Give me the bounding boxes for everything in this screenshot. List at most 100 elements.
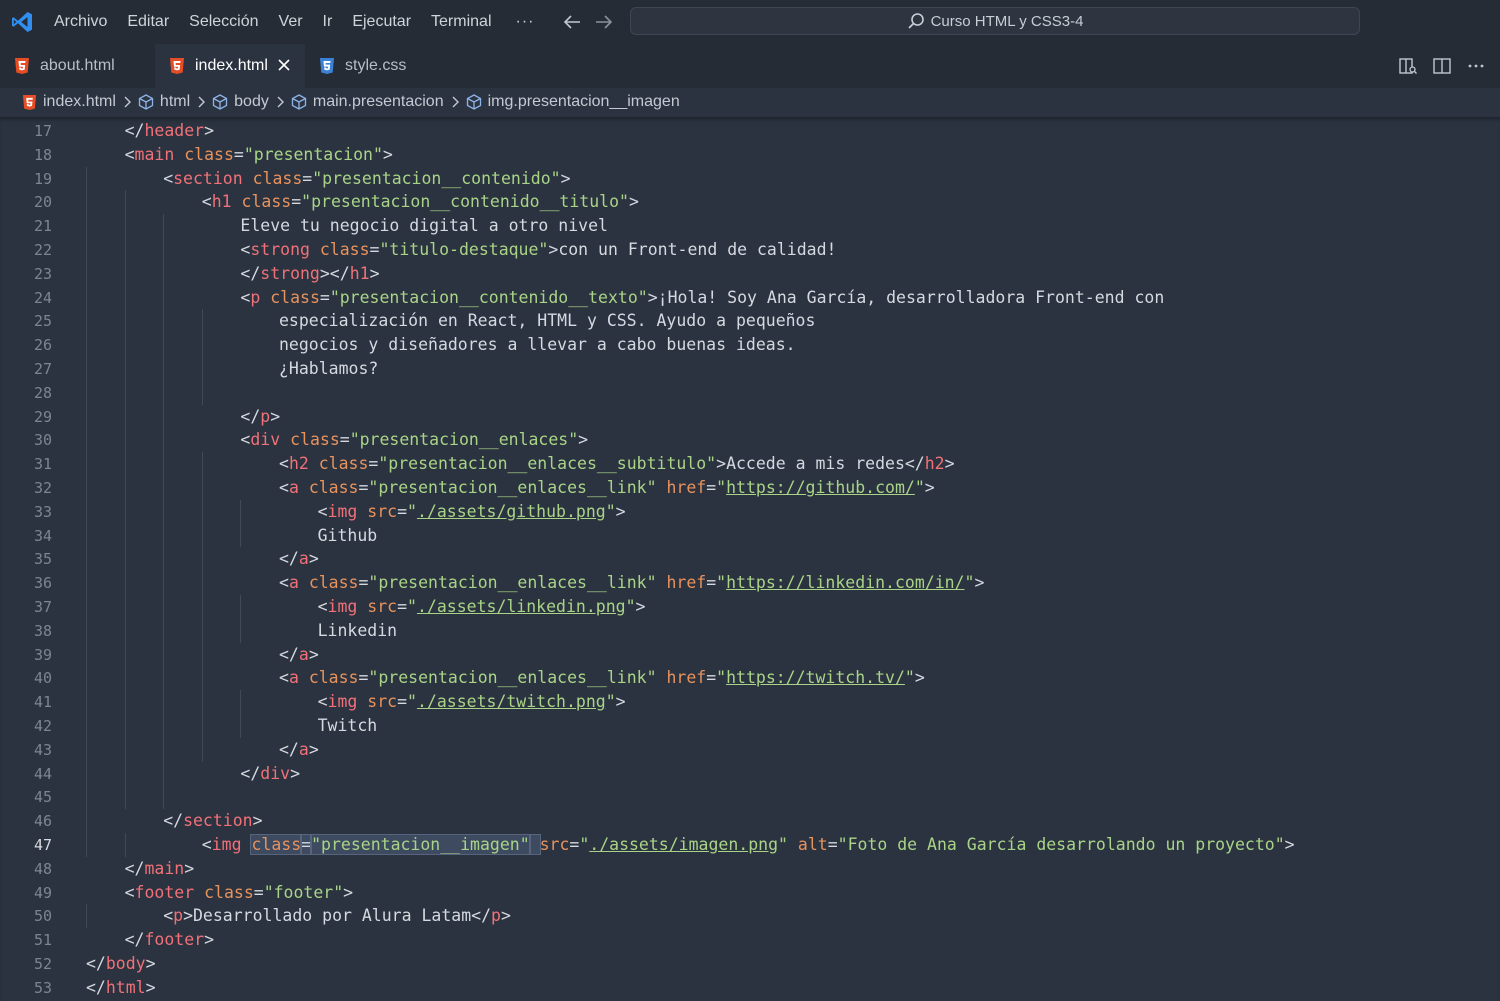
menu-editar[interactable]: Editar bbox=[117, 0, 179, 44]
punctuation: </ bbox=[124, 858, 145, 878]
attribute-value: " bbox=[605, 692, 616, 712]
text-content bbox=[357, 502, 367, 521]
text-content bbox=[657, 478, 667, 497]
code-line[interactable]: 35 </a> bbox=[0, 547, 1500, 571]
code-line[interactable]: 44 </div> bbox=[0, 762, 1500, 786]
code-content: Eleve tu negocio digital a otro nivel bbox=[240, 214, 608, 238]
code-line[interactable]: 20 <h1 class="presentacion__contenido__ti… bbox=[0, 190, 1500, 214]
link-value: https://linkedin.com/in/ bbox=[726, 573, 965, 593]
code-line[interactable]: 45 bbox=[0, 785, 1500, 809]
tab-index-html[interactable]: index.html bbox=[155, 44, 305, 88]
code-line[interactable]: 31 <h2 class="presentacion__enlaces__subt… bbox=[0, 452, 1500, 476]
breadcrumb-item-html[interactable]: html bbox=[138, 93, 190, 111]
code-line[interactable]: 17 </header> bbox=[0, 119, 1500, 143]
indent-guide bbox=[124, 833, 126, 857]
code-line[interactable]: 36 <a class="presentacion__enlaces__link"… bbox=[0, 571, 1500, 595]
attribute-value: "presentacion__enlaces__link" bbox=[368, 668, 657, 688]
code-line[interactable]: 47 <img class="presentacion__imagen" src=… bbox=[0, 833, 1500, 857]
split-editor-icon[interactable] bbox=[1432, 56, 1452, 76]
punctuation: </ bbox=[279, 549, 299, 569]
code-line[interactable]: 27 ¿Hablamos? bbox=[0, 357, 1500, 381]
vscode-logo-icon[interactable] bbox=[10, 10, 34, 34]
code-line[interactable]: 26 negocios y diseñadores a llevar a cabo… bbox=[0, 333, 1500, 357]
punctuation: </ bbox=[124, 930, 145, 950]
code-line[interactable]: 42 Twitch bbox=[0, 714, 1500, 738]
code-line[interactable]: 37 <img src="./assets/linkedin.png"> bbox=[0, 595, 1500, 619]
attribute-name: alt bbox=[797, 835, 828, 854]
breadcrumb-item-file[interactable]: index.html bbox=[22, 93, 116, 111]
code-line[interactable]: 21 Eleve tu negocio digital a otro nivel bbox=[0, 214, 1500, 238]
code-line[interactable]: 38 Linkedin bbox=[0, 619, 1500, 643]
indent-guide bbox=[240, 499, 242, 548]
code-line[interactable]: 33 <img src="./assets/github.png"> bbox=[0, 500, 1500, 524]
code-line[interactable]: 53 </html> bbox=[0, 976, 1500, 1000]
code-line[interactable]: 29 </p> bbox=[0, 405, 1500, 429]
tag-name: section bbox=[173, 168, 243, 188]
code-line[interactable]: 22 <strong class="titulo-destaque">con un… bbox=[0, 238, 1500, 262]
punctuation: </ bbox=[279, 644, 299, 664]
code-content: Twitch bbox=[318, 714, 378, 738]
code-line[interactable]: 49 <footer class="footer"> bbox=[0, 881, 1500, 905]
close-icon[interactable] bbox=[275, 56, 293, 74]
chevron-right-icon bbox=[277, 96, 284, 108]
attribute-value: " bbox=[778, 835, 788, 854]
punctuation: > bbox=[500, 906, 511, 926]
code-line[interactable]: 46 </section> bbox=[0, 809, 1500, 833]
tag-name: img bbox=[327, 501, 358, 521]
tab-style-css[interactable]: style.css bbox=[305, 44, 445, 88]
forward-arrow-icon[interactable] bbox=[592, 10, 616, 34]
code-editor[interactable]: 17 </header> 18 <main class="presentacion">… bbox=[0, 117, 1500, 1001]
menu-seleccion[interactable]: Selección bbox=[179, 0, 268, 44]
code-line[interactable]: 48 </main> bbox=[0, 857, 1500, 881]
code-line[interactable]: 25 especialización en React, HTML y CSS. … bbox=[0, 309, 1500, 333]
code-line[interactable]: 24 <p class="presentacion__contenido__tex… bbox=[0, 286, 1500, 310]
code-content: <h2 class="presentacion__enlaces__subtit… bbox=[279, 452, 955, 476]
code-line[interactable]: 43 </a> bbox=[0, 738, 1500, 762]
code-line[interactable]: 51 </footer> bbox=[0, 928, 1500, 952]
breadcrumb-item-main[interactable]: main.presentacion bbox=[291, 93, 444, 111]
punctuation: > bbox=[578, 430, 589, 450]
attribute-name: href bbox=[666, 478, 707, 497]
code-line[interactable]: 30 <div class="presentacion__enlaces"> bbox=[0, 428, 1500, 452]
back-arrow-icon[interactable] bbox=[560, 10, 584, 34]
line-number: 50 bbox=[33, 907, 52, 926]
text-content bbox=[232, 192, 242, 211]
punctuation: < bbox=[279, 668, 289, 688]
line-number: 52 bbox=[33, 955, 52, 973]
command-center-search[interactable]: Curso HTML y CSS3-4 bbox=[630, 7, 1360, 35]
punctuation: < bbox=[124, 144, 135, 164]
punctuation: > bbox=[914, 668, 925, 688]
code-line[interactable]: 28 bbox=[0, 381, 1500, 405]
more-actions-icon[interactable] bbox=[1466, 56, 1486, 76]
code-line[interactable]: 34 Github bbox=[0, 524, 1500, 548]
breadcrumb-item-img[interactable]: img.presentacion__imagen bbox=[466, 93, 680, 111]
code-line[interactable]: 39 </a> bbox=[0, 643, 1500, 667]
menu-ejecutar[interactable]: Ejecutar bbox=[342, 0, 421, 44]
code-line[interactable]: 40 <a class="presentacion__enlaces__link"… bbox=[0, 666, 1500, 690]
tag-name: p bbox=[491, 906, 501, 926]
punctuation: > bbox=[290, 763, 301, 783]
menu-ir[interactable]: Ir bbox=[313, 0, 343, 44]
attribute-value: "presentacion__contenido__titulo" bbox=[301, 192, 629, 212]
code-line[interactable]: 50 <p>Desarrollado por Alura Latam</p> bbox=[0, 904, 1500, 928]
menu-terminal[interactable]: Terminal bbox=[421, 0, 501, 44]
open-preview-icon[interactable] bbox=[1398, 56, 1418, 76]
code-line[interactable]: 23 </strong></h1> bbox=[0, 262, 1500, 286]
css3-file-icon bbox=[320, 58, 334, 74]
breadcrumb-item-body[interactable]: body bbox=[212, 93, 269, 111]
menu-archivo[interactable]: Archivo bbox=[44, 0, 117, 44]
punctuation: > bbox=[308, 739, 319, 759]
code-line[interactable]: 32 <a class="presentacion__enlaces__link"… bbox=[0, 476, 1500, 500]
tab-about-html[interactable]: about.html bbox=[0, 44, 155, 88]
code-line[interactable]: 52 </body> bbox=[0, 952, 1500, 976]
code-line[interactable]: 18 <main class="presentacion"> bbox=[0, 143, 1500, 167]
code-line[interactable]: 41 <img src="./assets/twitch.png"> bbox=[0, 690, 1500, 714]
menu-ver[interactable]: Ver bbox=[269, 0, 313, 44]
code-line[interactable]: 19 <section class="presentacion__contenid… bbox=[0, 167, 1500, 191]
punctuation: </ bbox=[240, 406, 261, 426]
tag-name: div bbox=[260, 763, 291, 783]
breadcrumb-label: index.html bbox=[43, 93, 116, 110]
tab-label: index.html bbox=[195, 57, 268, 74]
menu-more-icon[interactable]: ··· bbox=[502, 13, 549, 31]
punctuation: < bbox=[163, 906, 174, 926]
